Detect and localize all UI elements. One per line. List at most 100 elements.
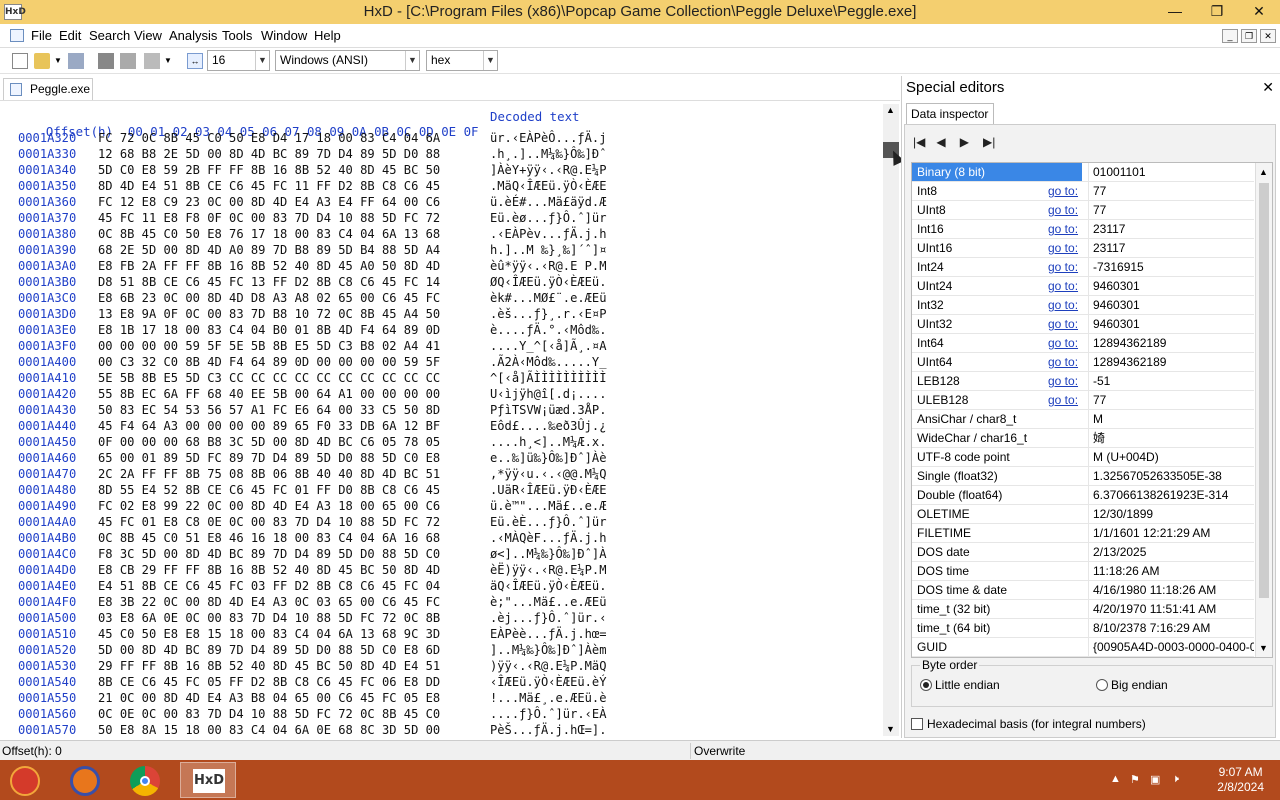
inspector-row-value[interactable]: 1/1/1601 12:21:29 AM: [1088, 524, 1254, 542]
inspector-row-value[interactable]: 01001101: [1088, 163, 1254, 181]
inspector-row-value[interactable]: 12/30/1899: [1088, 505, 1254, 523]
go-to-link[interactable]: go to:: [1048, 182, 1078, 200]
row-decoded-text[interactable]: ]..M¼‰}Ô‰]Ðˆ]Àèm: [490, 643, 607, 657]
close-icon[interactable]: ✕: [1262, 79, 1274, 96]
menu-tools[interactable]: Tools: [222, 28, 252, 43]
title-bar[interactable]: HxD HxD - [C:\Program Files (x86)\Popcap…: [0, 0, 1280, 24]
offset-base-select[interactable]: hex ▼: [426, 50, 498, 71]
mdi-close-icon[interactable]: ✕: [1260, 29, 1276, 43]
row-decoded-text[interactable]: Eü.èø...ƒ}Ô.ˆ]ür: [490, 211, 607, 225]
row-decoded-text[interactable]: .UäR‹ÎÆEü.ÿÐ‹ÈÆE: [490, 483, 607, 497]
scroll-down-icon[interactable]: ▼: [1259, 643, 1268, 653]
inspector-row-value[interactable]: {00905A4D-0003-0000-0400-000: [1088, 638, 1254, 656]
inspector-row-value[interactable]: 23117: [1088, 239, 1254, 257]
row-bytes[interactable]: 50 E8 8A 15 18 00 83 C4 04 6A 0E 68 8C 3…: [98, 723, 440, 737]
row-bytes[interactable]: 12 68 B8 2E 5D 00 8D 4D BC 89 7D D4 89 5…: [98, 147, 440, 161]
row-decoded-text[interactable]: .‹MÀQèF...ƒÄ.j.h: [490, 531, 607, 545]
scroll-up-icon[interactable]: ▲: [1259, 167, 1268, 177]
inspector-row[interactable]: GUID {00905A4D-0003-0000-0400-000: [912, 638, 1254, 657]
row-decoded-text[interactable]: .Ã2À‹Môd‰.....Y_: [490, 355, 607, 369]
row-bytes[interactable]: 21 0C 00 8D 4D E4 A3 B8 04 65 00 C6 45 F…: [98, 691, 440, 705]
row-bytes[interactable]: 45 FC 11 E8 F8 0F 0C 00 83 7D D4 10 88 5…: [98, 211, 440, 225]
row-decoded-text[interactable]: h.]..M ‰}¸‰]´ˆ]¤: [490, 243, 607, 257]
go-to-link[interactable]: go to:: [1048, 201, 1078, 219]
inspector-row-value[interactable]: 9460301: [1088, 277, 1254, 295]
inspector-row[interactable]: Int24 go to: -7316915: [912, 258, 1254, 277]
tab-data-inspector[interactable]: Data inspector: [906, 103, 994, 125]
row-decoded-text[interactable]: èË)ÿÿ‹.‹R@.E¼P.M: [490, 563, 607, 577]
taskbar-chrome[interactable]: [118, 762, 174, 798]
inspector-row[interactable]: DOS time 11:18:26 AM: [912, 562, 1254, 581]
row-decoded-text[interactable]: èk#...MØ£¨.e.ÆEü: [490, 291, 607, 305]
inspector-row[interactable]: Single (float32) 1.32567052633505E-38: [912, 467, 1254, 486]
inspector-row-value[interactable]: 6.37066138261923E-314: [1088, 486, 1254, 504]
row-bytes[interactable]: 2C 2A FF FF 8B 75 08 8B 06 8B 40 40 8D 4…: [98, 467, 440, 481]
go-to-link[interactable]: go to:: [1048, 258, 1078, 276]
taskbar-peggle[interactable]: [0, 762, 56, 798]
row-bytes[interactable]: 65 00 01 89 5D FC 89 7D D4 89 5D D0 88 5…: [98, 451, 440, 465]
inspector-row[interactable]: AnsiChar / char8_t M: [912, 410, 1254, 429]
inspector-row-value[interactable]: -51: [1088, 372, 1254, 390]
row-bytes[interactable]: 5D 00 8D 4D BC 89 7D D4 89 5D D0 88 5D C…: [98, 643, 440, 657]
inspector-row[interactable]: Binary (8 bit) 01001101: [912, 163, 1254, 182]
row-decoded-text[interactable]: )ÿÿ‹.‹R@.E¼P.MäQ: [490, 659, 607, 673]
row-bytes[interactable]: 8D 4D E4 51 8B CE C6 45 FC 11 FF D2 8B C…: [98, 179, 440, 193]
big-endian-radio[interactable]: Big endian: [1096, 678, 1168, 692]
hex-vertical-scrollbar[interactable]: ▲ ▼: [883, 104, 899, 736]
menu-window[interactable]: Window: [261, 28, 307, 43]
status-mode[interactable]: Overwrite: [694, 744, 745, 758]
row-decoded-text[interactable]: .èj...ƒ}Ô.ˆ]ür.‹: [490, 611, 607, 625]
inspector-row-value[interactable]: 4/20/1970 11:51:41 AM: [1088, 600, 1254, 618]
inspector-row[interactable]: UInt8 go to: 77: [912, 201, 1254, 220]
tab-peggle-exe[interactable]: Peggle.exe: [3, 78, 93, 100]
properties-dropdown-icon[interactable]: ▼: [164, 56, 172, 65]
row-bytes[interactable]: 68 2E 5D 00 8D 4D A0 89 7D B8 89 5D B4 8…: [98, 243, 440, 257]
inspector-row[interactable]: UInt64 go to: 12894362189: [912, 353, 1254, 372]
go-to-link[interactable]: go to:: [1048, 296, 1078, 314]
row-bytes[interactable]: 45 C0 50 E8 E8 15 18 00 83 C4 04 6A 13 6…: [98, 627, 440, 641]
inspector-row[interactable]: DOS date 2/13/2025: [912, 543, 1254, 562]
row-bytes[interactable]: 03 E8 6A 0E 0C 00 83 7D D4 10 88 5D FC 7…: [98, 611, 440, 625]
go-to-link[interactable]: go to:: [1048, 315, 1078, 333]
row-bytes[interactable]: 45 F4 64 A3 00 00 00 00 89 65 F0 33 DB 6…: [98, 419, 440, 433]
menu-view[interactable]: View: [134, 28, 162, 43]
inspector-row[interactable]: Double (float64) 6.37066138261923E-314: [912, 486, 1254, 505]
row-bytes[interactable]: E8 CB 29 FF FF 8B 16 8B 52 40 8D 45 BC 5…: [98, 563, 440, 577]
inspector-row[interactable]: FILETIME 1/1/1601 12:21:29 AM: [912, 524, 1254, 543]
chevron-down-icon[interactable]: ▼: [483, 51, 497, 70]
row-decoded-text[interactable]: PƒìTSVW¡üæd.3ÅP.: [490, 403, 607, 417]
inspector-row[interactable]: Int8 go to: 77: [912, 182, 1254, 201]
inspector-row[interactable]: OLETIME 12/30/1899: [912, 505, 1254, 524]
new-file-icon[interactable]: [12, 53, 28, 69]
row-bytes[interactable]: E8 3B 22 0C 00 8D 4D E4 A3 0C 03 65 00 C…: [98, 595, 440, 609]
inspector-row[interactable]: UInt32 go to: 9460301: [912, 315, 1254, 334]
row-decoded-text[interactable]: e..‰]ü‰}Ô‰]Ðˆ]Àè: [490, 451, 607, 465]
row-decoded-text[interactable]: EÀPèè...ƒÄ.j.hœ=: [490, 627, 607, 641]
inspector-row-value[interactable]: 12894362189: [1088, 334, 1254, 352]
inspector-row-value[interactable]: 4/16/1980 11:18:26 AM: [1088, 581, 1254, 599]
row-bytes[interactable]: E8 FB 2A FF FF 8B 16 8B 52 40 8D 45 A0 5…: [98, 259, 440, 273]
minimize-icon[interactable]: —: [1160, 0, 1190, 22]
row-decoded-text[interactable]: ü.èÉ#...Mä£äÿd.Æ: [490, 195, 607, 209]
maximize-icon[interactable]: ❐: [1202, 0, 1232, 22]
inspector-row[interactable]: Int16 go to: 23117: [912, 220, 1254, 239]
close-icon[interactable]: ✕: [1240, 0, 1278, 22]
hex-basis-checkbox[interactable]: Hexadecimal basis (for integral numbers): [911, 717, 1146, 731]
menu-edit[interactable]: Edit: [59, 28, 81, 43]
row-bytes[interactable]: 50 83 EC 54 53 56 57 A1 FC E6 64 00 33 C…: [98, 403, 440, 417]
row-bytes[interactable]: E4 51 8B CE C6 45 FC 03 FF D2 8B C8 C6 4…: [98, 579, 440, 593]
go-to-link[interactable]: go to:: [1048, 220, 1078, 238]
inspector-row[interactable]: UInt16 go to: 23117: [912, 239, 1254, 258]
row-decoded-text[interactable]: ....ƒ}Ô.ˆ]ür.‹EÀ: [490, 707, 607, 721]
inspector-row-value[interactable]: M: [1088, 410, 1254, 428]
inspector-row-value[interactable]: 11:18:26 AM: [1088, 562, 1254, 580]
row-bytes[interactable]: 5E 5B 8B E5 5D C3 CC CC CC CC CC CC CC C…: [98, 371, 440, 385]
taskbar-hxd[interactable]: HxD: [180, 762, 236, 798]
little-endian-radio[interactable]: Little endian: [920, 678, 1000, 692]
inspector-row-value[interactable]: M (U+004D): [1088, 448, 1254, 466]
inspector-row-value[interactable]: 77: [1088, 201, 1254, 219]
row-decoded-text[interactable]: ür.‹EÀPèÔ...ƒÄ.j: [490, 131, 607, 145]
menu-help[interactable]: Help: [314, 28, 341, 43]
go-to-link[interactable]: go to:: [1048, 277, 1078, 295]
row-bytes[interactable]: 29 FF FF 8B 16 8B 52 40 8D 45 BC 50 8D 4…: [98, 659, 440, 673]
